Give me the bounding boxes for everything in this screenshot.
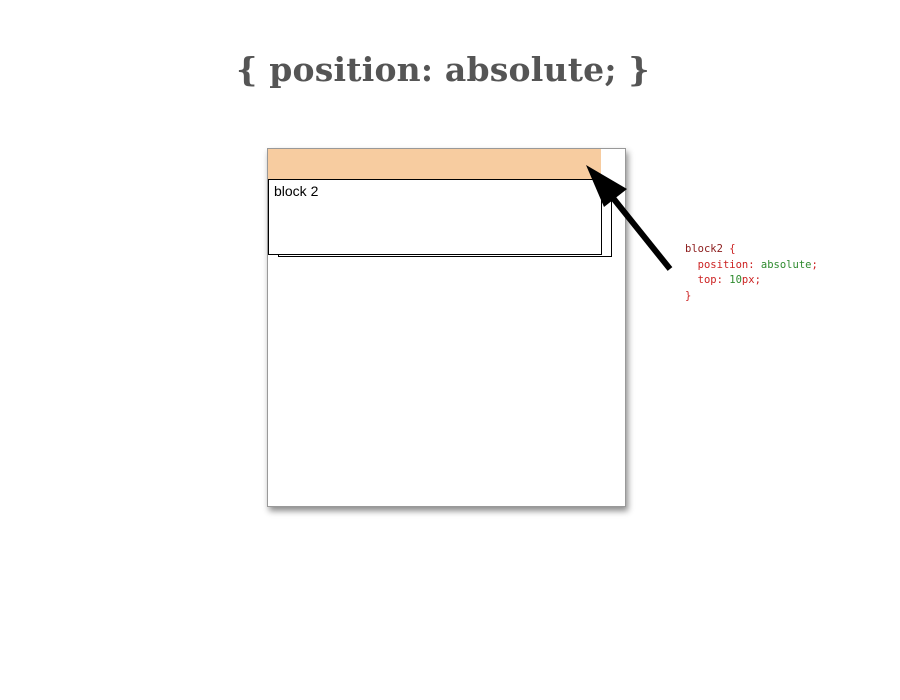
block-2: block 2	[268, 179, 602, 255]
demo-container: block 2	[267, 148, 626, 507]
slide: { position: absolute; } block 2 block2 {…	[0, 0, 900, 700]
code-rule2-property: top:	[697, 274, 723, 286]
code-rule2-number: 10	[722, 274, 742, 286]
block-2-label: block 2	[274, 183, 319, 199]
code-rule1-property: position:	[697, 258, 755, 271]
code-close-brace: }	[685, 289, 692, 302]
code-open-brace: {	[722, 243, 736, 255]
code-selector: block2	[685, 243, 723, 255]
code-rule1-value: absolute	[754, 258, 812, 271]
code-rule2-end: ;	[754, 274, 761, 286]
code-rule2-unit: px	[741, 274, 755, 286]
block-1-bar	[268, 149, 601, 179]
code-rule1-end: ;	[811, 258, 818, 271]
slide-title: { position: absolute; }	[236, 50, 650, 89]
css-code-snippet: block2 { position: absolute; top: 10px; …	[685, 242, 818, 304]
